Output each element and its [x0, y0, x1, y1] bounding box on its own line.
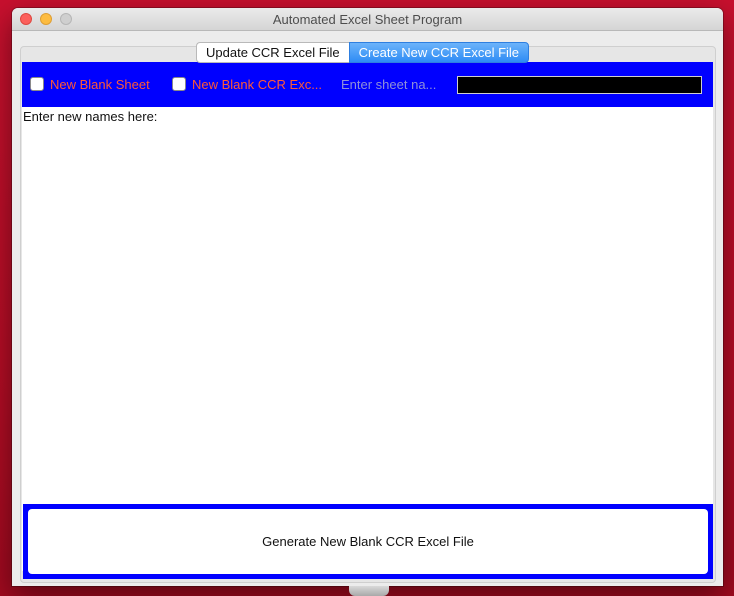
- tab-bar: Update CCR Excel File Create New CCR Exc…: [196, 42, 530, 63]
- dock-handle: [349, 586, 389, 596]
- tab-update-ccr-excel-file[interactable]: Update CCR Excel File: [196, 42, 349, 63]
- names-textarea[interactable]: [22, 126, 713, 500]
- new-blank-ccr-label[interactable]: New Blank CCR Exc...: [192, 77, 322, 92]
- new-blank-sheet-label[interactable]: New Blank Sheet: [50, 77, 150, 92]
- generate-button-frame: Generate New Blank CCR Excel File: [23, 504, 713, 579]
- tab-create-new-ccr-excel-file[interactable]: Create New CCR Excel File: [348, 42, 530, 63]
- options-toolbar: New Blank Sheet New Blank CCR Exc... Ent…: [22, 62, 713, 107]
- app-window: Automated Excel Sheet Program Update CCR…: [12, 8, 723, 586]
- create-panel: New Blank Sheet New Blank CCR Exc... Ent…: [22, 62, 713, 579]
- sheet-name-label: Enter sheet na...: [341, 77, 437, 92]
- new-blank-ccr-checkbox[interactable]: [172, 77, 186, 91]
- title-bar: Automated Excel Sheet Program: [12, 8, 723, 31]
- sheet-name-input[interactable]: [457, 76, 702, 94]
- names-label: Enter new names here:: [23, 109, 158, 124]
- window-title: Automated Excel Sheet Program: [272, 12, 463, 27]
- generate-new-blank-ccr-button[interactable]: Generate New Blank CCR Excel File: [28, 509, 708, 574]
- new-blank-sheet-checkbox[interactable]: [30, 77, 44, 91]
